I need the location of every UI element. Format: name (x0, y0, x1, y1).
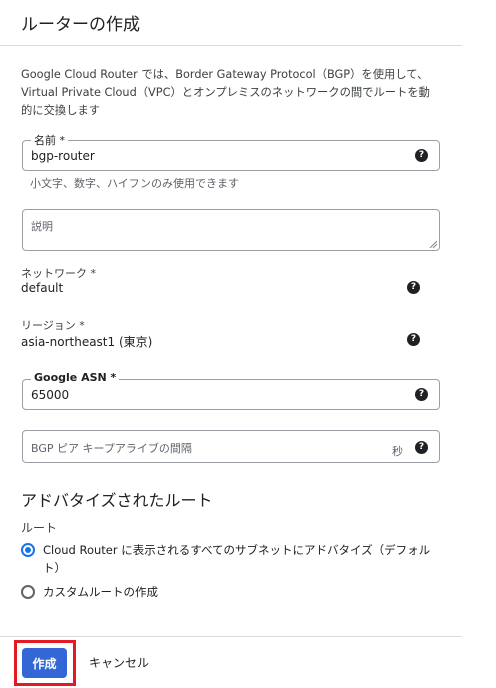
routes-group-label: ルート (21, 521, 58, 535)
help-icon[interactable]: ? (415, 149, 428, 162)
radio-option-default[interactable]: Cloud Router に表示されるすべてのサブネットにアドバタイズ（デフォル… (21, 541, 443, 577)
radio-unchecked-icon[interactable] (21, 585, 35, 599)
page-title: ルーターの作成 (21, 15, 140, 35)
keepalive-placeholder: BGP ピア キープアライブの間隔 (31, 442, 192, 455)
resize-grip-icon[interactable] (429, 240, 437, 248)
radio-option-label: カスタムルートの作成 (43, 585, 158, 599)
network-value: default (21, 281, 64, 295)
keepalive-suffix: 秒 (392, 445, 403, 458)
name-hint: 小文字、数字、ハイフンのみ使用できます (30, 177, 239, 190)
region-label: リージョン * (21, 319, 85, 332)
radio-checked-icon[interactable] (21, 543, 35, 557)
name-field[interactable]: 名前 * bgp-router ? (22, 132, 440, 171)
help-icon[interactable]: ? (415, 388, 428, 401)
asn-field-value[interactable]: 65000 (31, 388, 69, 402)
description-placeholder: 説明 (31, 220, 53, 233)
keepalive-field[interactable]: BGP ピア キープアライブの間隔 秒 ? (22, 430, 440, 463)
name-field-value[interactable]: bgp-router (31, 149, 95, 163)
description-text: Google Cloud Router では、Border Gateway Pr… (21, 68, 430, 117)
description-textarea[interactable]: 説明 (22, 209, 440, 251)
network-label: ネットワーク * (21, 267, 96, 280)
help-icon[interactable]: ? (407, 333, 420, 346)
create-button[interactable]: 作成 (22, 648, 67, 678)
radio-option-label: Cloud Router に表示されるすべてのサブネットにアドバタイズ（デフォル… (43, 543, 431, 575)
header: ルーターの作成 (0, 0, 462, 46)
region-value: asia-northeast1 (東京) (21, 335, 153, 349)
section-title: アドバタイズされたルート (21, 491, 213, 510)
asn-field-label: Google ASN * (31, 371, 120, 384)
footer-divider (0, 636, 462, 637)
radio-option-custom[interactable]: カスタムルートの作成 (21, 583, 443, 601)
name-field-label: 名前 * (31, 132, 68, 148)
cancel-button[interactable]: キャンセル (89, 654, 149, 671)
help-icon[interactable]: ? (415, 441, 428, 454)
help-icon[interactable]: ? (407, 281, 420, 294)
asn-field[interactable]: Google ASN * 65000 ? (22, 371, 440, 410)
